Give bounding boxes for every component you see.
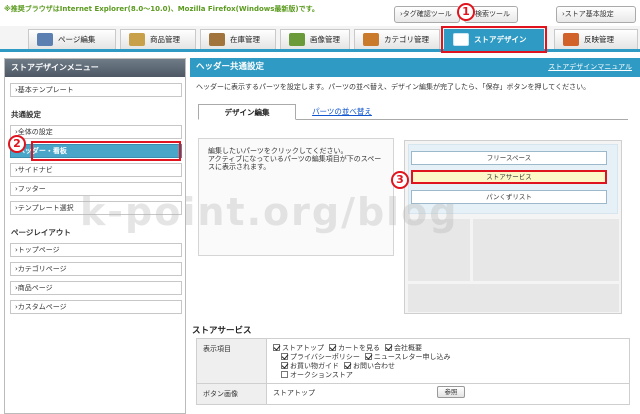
button-image-row: ボタン画像 ストアトップ 参照 (197, 384, 629, 404)
preview-footer-block (408, 284, 619, 312)
tab-design-edit[interactable]: デザイン編集 (198, 104, 296, 120)
sidebar-item-category-page[interactable]: ›カテゴリページ (10, 262, 182, 276)
preview-part-free-space[interactable]: フリースペース (411, 151, 607, 165)
sidebar-item-basic-template[interactable]: ›基本テンプレート (10, 83, 182, 97)
tag-check-tool-link[interactable]: ›タグ確認ツール (394, 6, 460, 23)
sidebar-item-top-page[interactable]: ›トップページ (10, 243, 182, 257)
tab-image-management[interactable]: 画像管理 (280, 29, 350, 49)
checkbox-label: お問い合わせ (353, 361, 395, 370)
display-items-row: 表示項目 ストアトップ カートを見る 会社概要 プライバシーポリシー ニュースレ… (197, 339, 629, 384)
checkbox-auction-store[interactable]: オークションストア (281, 370, 353, 380)
header-preview: フリースペース ストアサービス パンくずリスト (404, 140, 622, 314)
tab-label: 在庫管理 (230, 35, 260, 44)
checkbox-unchecked-icon (281, 371, 288, 378)
tab-parts-sort[interactable]: パーツの並べ替え (300, 104, 384, 120)
section-title-store-service: ストアサービス (192, 326, 252, 336)
tab-category[interactable]: カテゴリ管理 (354, 29, 440, 49)
callout-badge-3: 3 (391, 171, 409, 189)
page-edit-icon (37, 33, 53, 46)
button-image-label: ボタン画像 (197, 384, 267, 404)
checkbox-checked-icon (281, 353, 288, 360)
browse-button[interactable]: 参照 (437, 386, 465, 398)
callout-badge-1: 1 (457, 3, 475, 21)
browser-notice: ※推奨ブラウザはInternet Explorer(8.0〜10.0)、Mozi… (4, 5, 319, 13)
sidebar-item-side-nav[interactable]: ›サイドナビ (10, 163, 182, 177)
product-icon (129, 33, 145, 46)
callout-highlight-header-sign (31, 141, 181, 161)
store-settings-link[interactable]: ›ストア基本設定 (556, 6, 636, 23)
publish-icon (563, 33, 579, 46)
sidebar-title: ストアデザインメニュー (5, 59, 185, 77)
store-design-manual-link[interactable]: ストアデザインマニュアル (548, 58, 632, 77)
store-service-settings: 表示項目 ストアトップ カートを見る 会社概要 プライバシーポリシー ニュースレ… (196, 338, 630, 405)
preview-content-block (473, 219, 619, 281)
preview-side-block (408, 219, 470, 281)
sidebar-section-layout: ページレイアウト (11, 228, 71, 237)
display-items-checkboxes: ストアトップ カートを見る 会社概要 プライバシーポリシー ニュースレター申し込… (267, 339, 457, 383)
checkbox-checked-icon (329, 344, 336, 351)
sidebar-item-general[interactable]: ›全体の設定 (10, 125, 182, 139)
editor-instructions: 編集したいパーツをクリックしてください。 アクティブになっているパーツの編集項目… (198, 138, 394, 256)
display-items-label: 表示項目 (197, 339, 267, 383)
editor-text-2: アクティブになっているパーツの編集項目が下のスペースに表示されます。 (208, 155, 382, 171)
tab-label: 商品管理 (150, 35, 180, 44)
editor-text-1: 編集したいパーツをクリックしてください。 (208, 147, 348, 155)
tab-inventory[interactable]: 在庫管理 (200, 29, 276, 49)
page-title: ヘッダー共通設定 (196, 62, 265, 72)
inventory-icon (209, 33, 225, 46)
tab-page-edit[interactable]: ページ編集 (28, 29, 116, 49)
category-icon (363, 33, 379, 46)
checkbox-checked-icon (364, 353, 372, 360)
button-image-body: ストアトップ 参照 (267, 384, 627, 404)
checkbox-checked-icon (344, 362, 351, 369)
sidebar-item-footer[interactable]: ›フッター (10, 182, 182, 196)
tab-label: 画像管理 (310, 35, 340, 44)
tab-publish[interactable]: 反映管理 (554, 29, 638, 49)
tab-product-management[interactable]: 商品管理 (120, 29, 196, 49)
sidebar-item-custom-page[interactable]: ›カスタムページ (10, 300, 182, 314)
checkbox-checked-icon (281, 362, 288, 369)
tab-label: ページ編集 (58, 35, 96, 44)
checkbox-checked-icon (273, 344, 280, 351)
button-image-value: ストアトップ (273, 389, 315, 397)
sidebar: ストアデザインメニュー ›基本テンプレート 共通設定 ›全体の設定 ›ヘッダー・… (4, 58, 186, 414)
sidebar-item-template-select[interactable]: ›テンプレート選択 (10, 201, 182, 215)
tab-label: 反映管理 (584, 35, 614, 44)
callout-badge-2: 2 (8, 135, 26, 153)
sidebar-item-product-page[interactable]: ›商品ページ (10, 281, 182, 295)
callout-highlight-store-design (441, 26, 547, 53)
sidebar-section-common: 共通設定 (11, 110, 41, 119)
main-header: ヘッダー共通設定 ストアデザインマニュアル (190, 58, 640, 77)
preview-part-breadcrumb[interactable]: パンくずリスト (411, 190, 607, 204)
preview-part-store-service[interactable]: ストアサービス (411, 170, 607, 184)
main-panel: ヘッダー共通設定 ストアデザインマニュアル ヘッダーに表示するパーツを設定します… (190, 58, 640, 414)
tab-label: カテゴリ管理 (384, 35, 429, 44)
checkbox-checked-icon (385, 344, 392, 351)
checkbox-label: オークションストア (290, 370, 353, 379)
page-description: ヘッダーに表示するパーツを設定します。パーツの並べ替え、デザイン編集が完了したら… (196, 83, 591, 91)
image-icon (289, 33, 305, 46)
